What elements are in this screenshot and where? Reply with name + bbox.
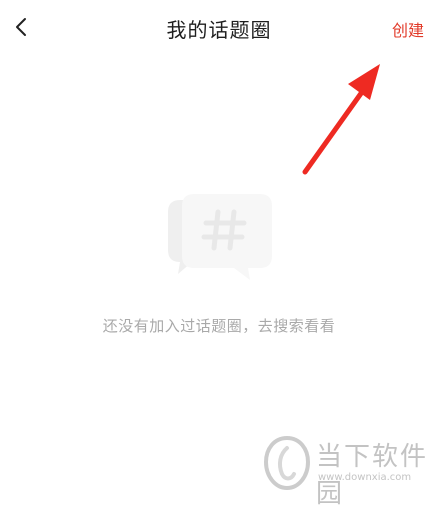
watermark-logo-icon	[263, 435, 311, 491]
create-button[interactable]: 创建	[392, 17, 424, 41]
nav-header: 我的话题圈 创建	[0, 0, 438, 56]
watermark: 当下软件园 www.downxia.com	[262, 434, 432, 509]
page-title: 我的话题圈	[166, 18, 272, 42]
watermark-url: www.downxia.com	[318, 472, 412, 483]
hashtag-bubble-icon	[168, 194, 272, 280]
empty-state-message: 还没有加入过话题圈，去搜索看看	[102, 317, 336, 335]
